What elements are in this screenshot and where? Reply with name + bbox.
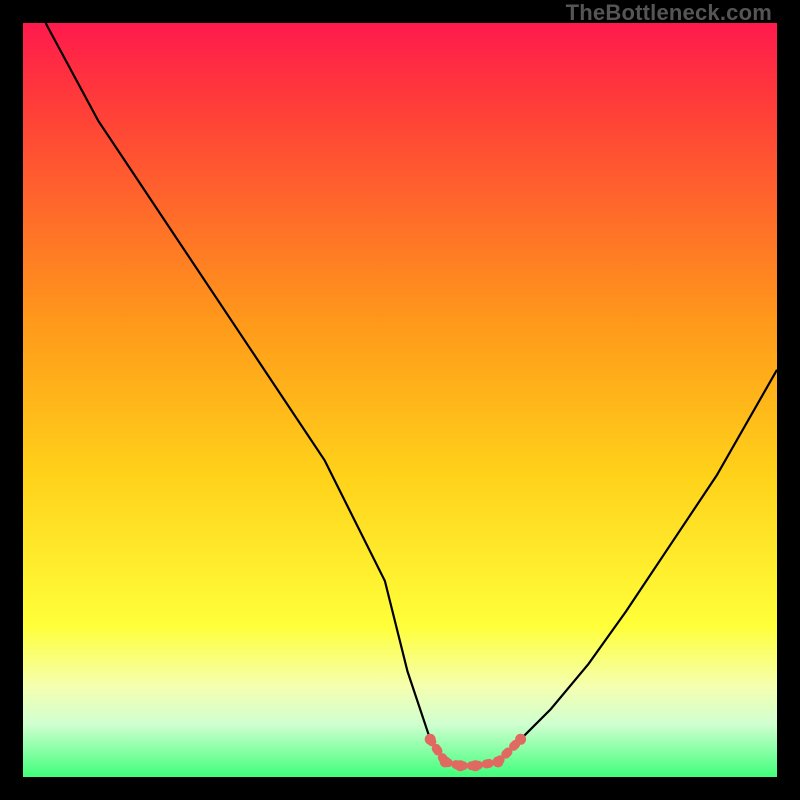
chart-plot-area	[23, 23, 777, 777]
bottleneck-curve	[46, 23, 777, 766]
watermark-text: TheBottleneck.com	[566, 0, 772, 26]
trough-highlight	[425, 734, 526, 771]
chart-svg	[23, 23, 777, 777]
